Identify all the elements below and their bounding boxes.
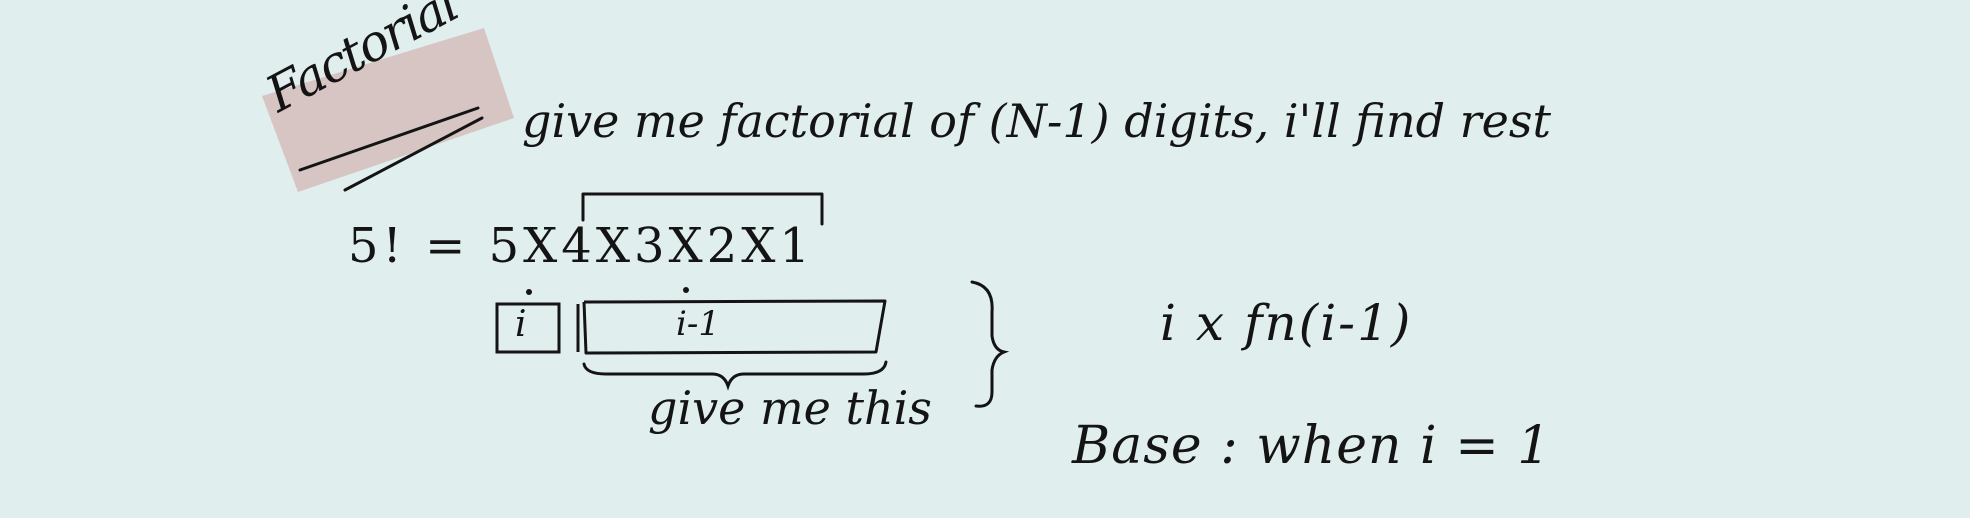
box-i-label: i: [515, 304, 527, 345]
base-case: Base : when i = 1: [1072, 416, 1552, 476]
box-rest-outline: [576, 299, 887, 355]
recurrence-formula: i x fn(i-1): [1160, 294, 1413, 352]
factorial-equation: 5! = 5X4X3X2X1: [348, 218, 814, 274]
subtitle: give me factorial of (N-1) digits, i'll …: [522, 94, 1551, 148]
dot-above-rest: [683, 287, 689, 293]
curly-brace: [970, 280, 1010, 408]
box-i-outline: [495, 302, 561, 354]
brace-caption: give me this: [648, 381, 932, 435]
whiteboard-canvas: Factorial give me factorial of (N-1) dig…: [0, 0, 1970, 518]
dot-above-i: [526, 289, 532, 295]
box-rest-label: i-1: [676, 304, 720, 344]
